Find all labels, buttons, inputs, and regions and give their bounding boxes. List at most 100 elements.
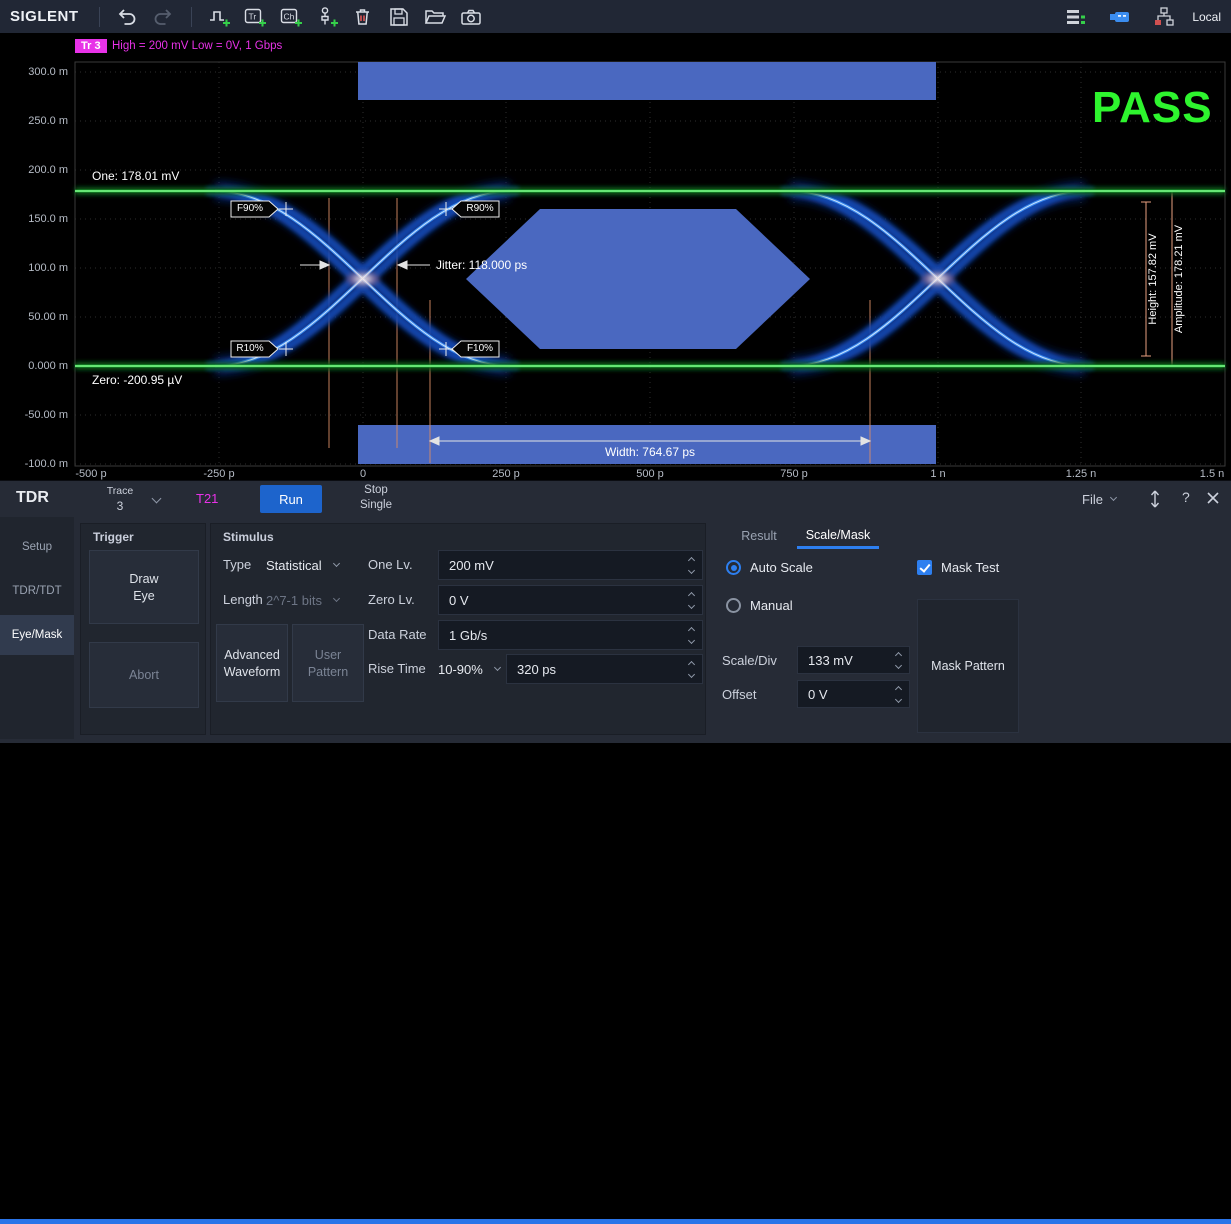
one-level-spinbox[interactable]: 200 mV	[438, 550, 703, 580]
tab-scale-mask[interactable]: Scale/Mask	[797, 523, 879, 549]
type-dropdown[interactable]: Statistical	[266, 550, 339, 580]
brand-logo: SIGLENT	[10, 8, 79, 25]
tag-f10: F10%	[461, 341, 499, 357]
y-axis-label: 150.0 m	[4, 212, 68, 226]
sidebar-item-tdr-tdt[interactable]: TDR/TDT	[0, 571, 74, 611]
open-file-button[interactable]	[420, 4, 451, 30]
user-pattern-button[interactable]: User Pattern	[292, 624, 364, 702]
single-label: Single	[360, 498, 392, 513]
help-button[interactable]: ?	[1182, 489, 1190, 505]
trigger-info-text: High = 200 mV Low = 0V, 1 Gbps	[112, 40, 282, 52]
divider	[99, 7, 100, 27]
add-trace-button[interactable]: Tr	[240, 4, 271, 30]
add-trace-icon: Tr	[243, 5, 267, 29]
panel-layout-button[interactable]	[1060, 4, 1091, 30]
auto-scale-radio[interactable]	[726, 560, 741, 575]
y-axis-label: 200.0 m	[4, 163, 68, 177]
data-rate-spinbox[interactable]: 1 Gb/s	[438, 620, 703, 650]
advanced-waveform-button[interactable]: Advanced Waveform	[216, 624, 288, 702]
amplitude-readout: Amplitude: 178.21 mV	[1173, 225, 1185, 333]
spin-down-icon[interactable]	[687, 566, 694, 573]
sidebar-item-setup[interactable]: Setup	[0, 527, 74, 567]
x-axis-label: 750 p	[759, 468, 829, 480]
stop-single-button[interactable]: Stop Single	[346, 483, 406, 513]
mode-indicator[interactable]: Local	[1192, 10, 1221, 24]
save-file-button[interactable]	[384, 4, 415, 30]
add-trigger-button[interactable]	[204, 4, 235, 30]
spin-up-icon[interactable]	[894, 651, 901, 658]
lan-status-button[interactable]	[1148, 4, 1179, 30]
tab-result[interactable]: Result	[730, 523, 788, 549]
collapse-panel-button[interactable]	[1148, 489, 1162, 514]
close-panel-button[interactable]	[1206, 491, 1220, 510]
spin-up-icon[interactable]	[687, 556, 694, 563]
chevron-down-icon	[494, 664, 501, 671]
redo-button[interactable]	[148, 4, 179, 30]
one-level-label: One Lv.	[368, 550, 413, 580]
trigger-source-badge[interactable]: Tr 3	[75, 39, 107, 53]
rise-time-spinbox[interactable]: 320 ps	[506, 654, 703, 684]
draw-eye-button[interactable]: Draw Eye	[89, 550, 199, 624]
y-axis-label: 300.0 m	[4, 65, 68, 79]
redo-icon	[152, 6, 174, 28]
usb-status-button[interactable]	[1104, 4, 1135, 30]
scale-div-label: Scale/Div	[722, 646, 777, 676]
add-probe-icon	[315, 5, 339, 29]
mask-test-result: PASS	[1092, 83, 1213, 133]
x-axis-label: -250 p	[184, 468, 254, 480]
add-probe-button[interactable]	[312, 4, 343, 30]
rise-time-range-dropdown[interactable]: 10-90%	[438, 654, 500, 684]
x-axis-label: 1.25 n	[1046, 468, 1116, 480]
scale-div-spinbox[interactable]: 133 mV	[797, 646, 910, 674]
trace-selector-value: 3	[96, 499, 144, 513]
toolbar: SIGLENT Tr Ch	[0, 0, 1231, 33]
folder-open-icon	[423, 5, 447, 29]
file-menu[interactable]: File	[1082, 488, 1116, 510]
spin-down-icon[interactable]	[894, 695, 901, 702]
x-axis-label: 500 p	[615, 468, 685, 480]
mask-test-checkbox[interactable]	[917, 560, 932, 575]
manual-radio[interactable]	[726, 598, 741, 613]
chevron-down-icon	[333, 560, 340, 567]
undo-button[interactable]	[112, 4, 143, 30]
svg-text:Tr: Tr	[249, 11, 257, 21]
camera-icon	[459, 5, 483, 29]
length-dropdown[interactable]: 2^7-1 bits	[266, 585, 339, 615]
spin-down-icon[interactable]	[894, 661, 901, 668]
trace-selector[interactable]: Trace 3	[96, 484, 162, 514]
spin-up-icon[interactable]	[687, 626, 694, 633]
stimulus-group-title: Stimulus	[223, 530, 274, 544]
divider	[191, 7, 192, 27]
scope-display: Tr 3 High = 200 mV Low = 0V, 1 Gbps PASS…	[0, 33, 1231, 480]
offset-spinbox[interactable]: 0 V	[797, 680, 910, 708]
scale-mask-section: Result Scale/Mask Auto Scale Mask Test M…	[712, 523, 1030, 735]
mask-pattern-button[interactable]: Mask Pattern	[917, 599, 1019, 733]
zero-level-spinbox[interactable]: 0 V	[438, 585, 703, 615]
spin-down-icon[interactable]	[687, 670, 694, 677]
abort-button[interactable]: Abort	[89, 642, 199, 708]
y-axis-label: 50.00 m	[4, 310, 68, 324]
zero-level-readout: Zero: -200.95 µV	[92, 373, 182, 387]
eye-diagram-canvas	[0, 33, 1231, 480]
height-readout: Height: 157.82 mV	[1147, 233, 1159, 324]
add-channel-button[interactable]: Ch	[276, 4, 307, 30]
jitter-readout: Jitter: 118.000 ps	[436, 258, 527, 272]
resize-vertical-icon	[1148, 489, 1162, 509]
stimulus-group: Stimulus Type Statistical One Lv. 200 mV…	[210, 523, 706, 735]
source-trace-label[interactable]: T21	[196, 491, 218, 506]
screenshot-button[interactable]	[456, 4, 487, 30]
run-button[interactable]: Run	[260, 485, 322, 513]
spin-down-icon[interactable]	[687, 601, 694, 608]
spin-up-icon[interactable]	[894, 685, 901, 692]
tag-r10: R10%	[231, 341, 269, 357]
sidebar-item-eye-mask[interactable]: Eye/Mask	[0, 615, 74, 655]
save-icon	[387, 5, 411, 29]
spin-up-icon[interactable]	[687, 591, 694, 598]
delete-trace-button[interactable]	[348, 4, 379, 30]
offset-label: Offset	[722, 680, 756, 710]
mask-region-center-hexagon	[466, 209, 810, 349]
spin-up-icon[interactable]	[687, 660, 694, 667]
width-readout: Width: 764.67 ps	[560, 445, 740, 459]
spin-down-icon[interactable]	[687, 636, 694, 643]
x-axis-label: -500 p	[56, 468, 126, 480]
